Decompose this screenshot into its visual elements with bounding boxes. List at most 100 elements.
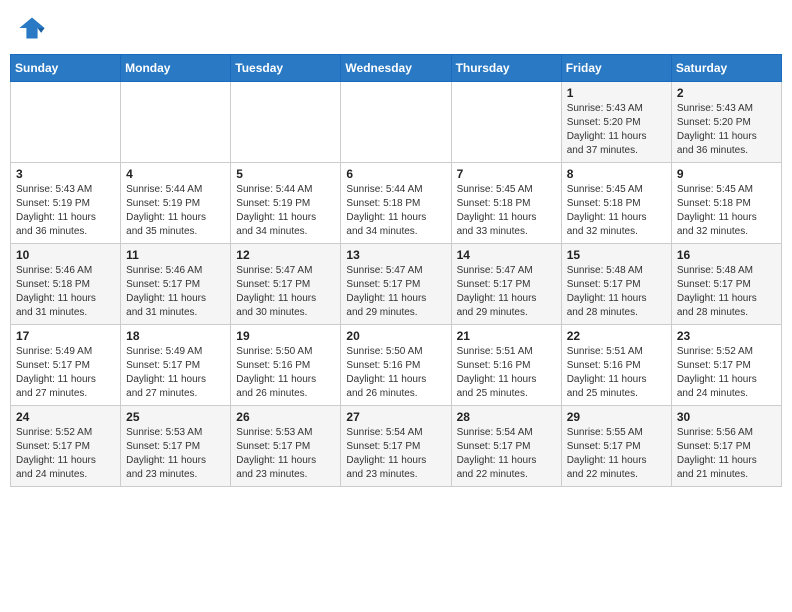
- calendar-cell: 20 Sunrise: 5:50 AM Sunset: 5:16 PM Dayli…: [341, 325, 451, 406]
- day-number: 3: [16, 167, 115, 181]
- day-info: Sunrise: 5:55 AM Sunset: 5:17 PM Dayligh…: [567, 426, 666, 482]
- calendar-cell: [231, 82, 341, 163]
- weekday-header: Sunday: [11, 55, 121, 82]
- day-info: Sunrise: 5:53 AM Sunset: 5:17 PM Dayligh…: [126, 426, 225, 482]
- day-info: Sunrise: 5:44 AM Sunset: 5:19 PM Dayligh…: [126, 183, 225, 239]
- day-number: 7: [457, 167, 556, 181]
- day-number: 30: [677, 410, 776, 424]
- calendar-cell: 22 Sunrise: 5:51 AM Sunset: 5:16 PM Dayli…: [561, 325, 671, 406]
- day-info: Sunrise: 5:44 AM Sunset: 5:19 PM Dayligh…: [236, 183, 335, 239]
- calendar-cell: 28 Sunrise: 5:54 AM Sunset: 5:17 PM Dayli…: [451, 406, 561, 487]
- day-number: 28: [457, 410, 556, 424]
- day-info: Sunrise: 5:51 AM Sunset: 5:16 PM Dayligh…: [567, 345, 666, 401]
- calendar-cell: 11Sunrise: 5:46 AM Sunset: 5:17 PM Dayli…: [121, 244, 231, 325]
- logo: [18, 14, 50, 42]
- day-number: 2: [677, 86, 776, 100]
- calendar-cell: 15 Sunrise: 5:48 AM Sunset: 5:17 PM Dayli…: [561, 244, 671, 325]
- day-info: Sunrise: 5:45 AM Sunset: 5:18 PM Dayligh…: [677, 183, 776, 239]
- calendar-cell: 6Sunrise: 5:44 AM Sunset: 5:18 PM Daylig…: [341, 163, 451, 244]
- calendar-cell: 24Sunrise: 5:52 AM Sunset: 5:17 PM Dayli…: [11, 406, 121, 487]
- day-number: 20: [346, 329, 445, 343]
- day-info: Sunrise: 5:49 AM Sunset: 5:17 PM Dayligh…: [16, 345, 115, 401]
- day-number: 26: [236, 410, 335, 424]
- day-number: 18: [126, 329, 225, 343]
- day-info: Sunrise: 5:47 AM Sunset: 5:17 PM Dayligh…: [346, 264, 445, 320]
- day-number: 21: [457, 329, 556, 343]
- day-number: 1: [567, 86, 666, 100]
- calendar-cell: 5 Sunrise: 5:44 AM Sunset: 5:19 PM Daylig…: [231, 163, 341, 244]
- calendar-cell: 7 Sunrise: 5:45 AM Sunset: 5:18 PM Daylig…: [451, 163, 561, 244]
- calendar-cell: 26Sunrise: 5:53 AM Sunset: 5:17 PM Dayli…: [231, 406, 341, 487]
- calendar-week: 17 Sunrise: 5:49 AM Sunset: 5:17 PM Dayli…: [11, 325, 782, 406]
- weekday-header: Friday: [561, 55, 671, 82]
- calendar-cell: 18 Sunrise: 5:49 AM Sunset: 5:17 PM Dayli…: [121, 325, 231, 406]
- day-info: Sunrise: 5:51 AM Sunset: 5:16 PM Dayligh…: [457, 345, 556, 401]
- day-number: 11: [126, 248, 225, 262]
- calendar-cell: 25 Sunrise: 5:53 AM Sunset: 5:17 PM Dayli…: [121, 406, 231, 487]
- header-row: SundayMondayTuesdayWednesdayThursdayFrid…: [11, 55, 782, 82]
- weekday-header: Wednesday: [341, 55, 451, 82]
- day-number: 4: [126, 167, 225, 181]
- day-info: Sunrise: 5:47 AM Sunset: 5:17 PM Dayligh…: [457, 264, 556, 320]
- calendar-cell: 19 Sunrise: 5:50 AM Sunset: 5:16 PM Dayli…: [231, 325, 341, 406]
- calendar-cell: 8 Sunrise: 5:45 AM Sunset: 5:18 PM Daylig…: [561, 163, 671, 244]
- calendar-cell: 16Sunrise: 5:48 AM Sunset: 5:17 PM Dayli…: [671, 244, 781, 325]
- page-header: [10, 10, 782, 46]
- calendar-week: 1 Sunrise: 5:43 AM Sunset: 5:20 PM Daylig…: [11, 82, 782, 163]
- calendar-cell: 27Sunrise: 5:54 AM Sunset: 5:17 PM Dayli…: [341, 406, 451, 487]
- day-number: 29: [567, 410, 666, 424]
- day-info: Sunrise: 5:47 AM Sunset: 5:17 PM Dayligh…: [236, 264, 335, 320]
- day-info: Sunrise: 5:43 AM Sunset: 5:20 PM Dayligh…: [677, 102, 776, 158]
- weekday-header: Thursday: [451, 55, 561, 82]
- day-info: Sunrise: 5:44 AM Sunset: 5:18 PM Dayligh…: [346, 183, 445, 239]
- day-info: Sunrise: 5:52 AM Sunset: 5:17 PM Dayligh…: [677, 345, 776, 401]
- calendar-cell: 17 Sunrise: 5:49 AM Sunset: 5:17 PM Dayli…: [11, 325, 121, 406]
- day-number: 13: [346, 248, 445, 262]
- day-number: 16: [677, 248, 776, 262]
- calendar-cell: 3 Sunrise: 5:43 AM Sunset: 5:19 PM Daylig…: [11, 163, 121, 244]
- calendar-cell: 30 Sunrise: 5:56 AM Sunset: 5:17 PM Dayli…: [671, 406, 781, 487]
- day-info: Sunrise: 5:48 AM Sunset: 5:17 PM Dayligh…: [567, 264, 666, 320]
- day-number: 17: [16, 329, 115, 343]
- calendar-cell: [121, 82, 231, 163]
- calendar-header: SundayMondayTuesdayWednesdayThursdayFrid…: [11, 55, 782, 82]
- day-number: 22: [567, 329, 666, 343]
- calendar-week: 3 Sunrise: 5:43 AM Sunset: 5:19 PM Daylig…: [11, 163, 782, 244]
- day-number: 15: [567, 248, 666, 262]
- calendar-cell: 12 Sunrise: 5:47 AM Sunset: 5:17 PM Dayli…: [231, 244, 341, 325]
- calendar-cell: 2 Sunrise: 5:43 AM Sunset: 5:20 PM Daylig…: [671, 82, 781, 163]
- calendar-cell: [11, 82, 121, 163]
- day-info: Sunrise: 5:52 AM Sunset: 5:17 PM Dayligh…: [16, 426, 115, 482]
- day-number: 19: [236, 329, 335, 343]
- calendar-cell: 10Sunrise: 5:46 AM Sunset: 5:18 PM Dayli…: [11, 244, 121, 325]
- weekday-header: Tuesday: [231, 55, 341, 82]
- calendar-table: SundayMondayTuesdayWednesdayThursdayFrid…: [10, 54, 782, 487]
- calendar-cell: 9 Sunrise: 5:45 AM Sunset: 5:18 PM Daylig…: [671, 163, 781, 244]
- day-info: Sunrise: 5:45 AM Sunset: 5:18 PM Dayligh…: [567, 183, 666, 239]
- day-info: Sunrise: 5:54 AM Sunset: 5:17 PM Dayligh…: [346, 426, 445, 482]
- day-number: 23: [677, 329, 776, 343]
- calendar-week: 24Sunrise: 5:52 AM Sunset: 5:17 PM Dayli…: [11, 406, 782, 487]
- day-info: Sunrise: 5:49 AM Sunset: 5:17 PM Dayligh…: [126, 345, 225, 401]
- day-info: Sunrise: 5:54 AM Sunset: 5:17 PM Dayligh…: [457, 426, 556, 482]
- calendar-cell: 1 Sunrise: 5:43 AM Sunset: 5:20 PM Daylig…: [561, 82, 671, 163]
- day-info: Sunrise: 5:50 AM Sunset: 5:16 PM Dayligh…: [346, 345, 445, 401]
- weekday-header: Monday: [121, 55, 231, 82]
- calendar-cell: [341, 82, 451, 163]
- day-number: 5: [236, 167, 335, 181]
- logo-icon: [18, 14, 46, 42]
- day-number: 8: [567, 167, 666, 181]
- day-info: Sunrise: 5:45 AM Sunset: 5:18 PM Dayligh…: [457, 183, 556, 239]
- calendar-cell: 21 Sunrise: 5:51 AM Sunset: 5:16 PM Dayli…: [451, 325, 561, 406]
- day-number: 25: [126, 410, 225, 424]
- calendar-cell: 13 Sunrise: 5:47 AM Sunset: 5:17 PM Dayli…: [341, 244, 451, 325]
- day-info: Sunrise: 5:50 AM Sunset: 5:16 PM Dayligh…: [236, 345, 335, 401]
- day-info: Sunrise: 5:43 AM Sunset: 5:19 PM Dayligh…: [16, 183, 115, 239]
- day-info: Sunrise: 5:43 AM Sunset: 5:20 PM Dayligh…: [567, 102, 666, 158]
- calendar-cell: 23 Sunrise: 5:52 AM Sunset: 5:17 PM Dayli…: [671, 325, 781, 406]
- day-number: 12: [236, 248, 335, 262]
- day-number: 9: [677, 167, 776, 181]
- weekday-header: Saturday: [671, 55, 781, 82]
- day-info: Sunrise: 5:56 AM Sunset: 5:17 PM Dayligh…: [677, 426, 776, 482]
- calendar-week: 10Sunrise: 5:46 AM Sunset: 5:18 PM Dayli…: [11, 244, 782, 325]
